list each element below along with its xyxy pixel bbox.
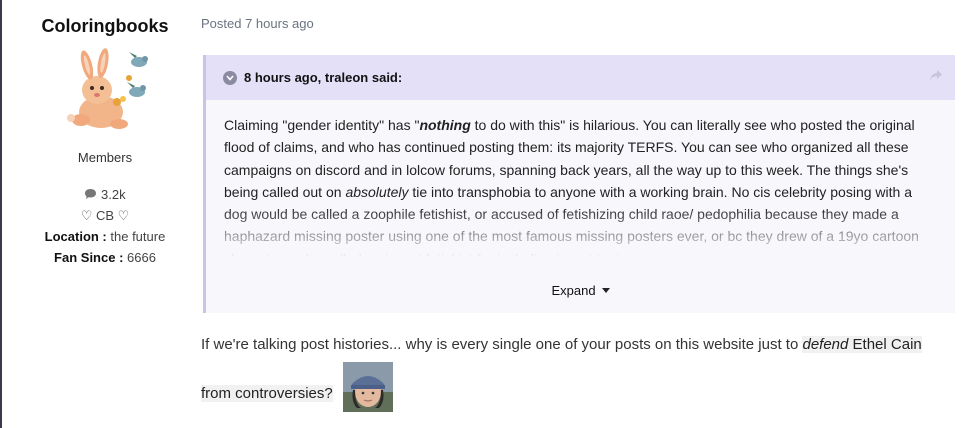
collapse-chevron-icon[interactable] (223, 70, 237, 85)
quote-emphasis: nothing (419, 117, 471, 133)
quote-block: 8 hours ago, traleon said: Claiming "gen… (203, 55, 955, 313)
reply-text: If we're talking post histories... why i… (201, 327, 941, 412)
member-tag: ♡ CB ♡ (80, 208, 130, 223)
quote-header: 8 hours ago, traleon said: (206, 55, 955, 100)
fan-since-row: Fan Since : 6666 (20, 248, 190, 267)
avatar[interactable] (57, 48, 153, 138)
comment-bubble-icon (85, 189, 97, 199)
fan-since-value: 6666 (127, 250, 156, 265)
expand-label: Expand (551, 283, 596, 298)
caret-down-icon (601, 288, 610, 293)
left-border (0, 0, 2, 428)
post-timestamp[interactable]: Posted 7 hours ago (201, 16, 314, 31)
go-to-quoted-post-icon[interactable] (929, 69, 943, 82)
member-group: Members (77, 150, 133, 165)
quote-text-part: Claiming "gender identity" has " (224, 117, 420, 133)
fan-since-label: Fan Since : (54, 250, 124, 265)
quote-attribution: 8 hours ago, traleon said: (244, 70, 403, 85)
reply-text-part: If we're talking post histories... why i… (201, 336, 803, 353)
post-count: 3.2k (20, 185, 190, 204)
quote-text: Claiming "gender identity" has "nothing … (206, 100, 955, 256)
author-panel: Coloringbooks Members 3.2k ♡ CB ♡ Locati… (20, 14, 190, 267)
expand-button[interactable]: Expand (206, 283, 955, 298)
location-value: the future (110, 229, 166, 244)
reply-emphasis: defend (802, 336, 849, 353)
location-row: Location : the future (20, 227, 190, 246)
post-count-value: 3.2k (101, 187, 126, 202)
quote-emphasis: absolutely (345, 183, 409, 200)
reaction-image (342, 362, 393, 412)
quote-fade-overlay (206, 206, 955, 256)
location-label: Location : (44, 229, 107, 244)
author-name[interactable]: Coloringbooks (20, 14, 190, 38)
